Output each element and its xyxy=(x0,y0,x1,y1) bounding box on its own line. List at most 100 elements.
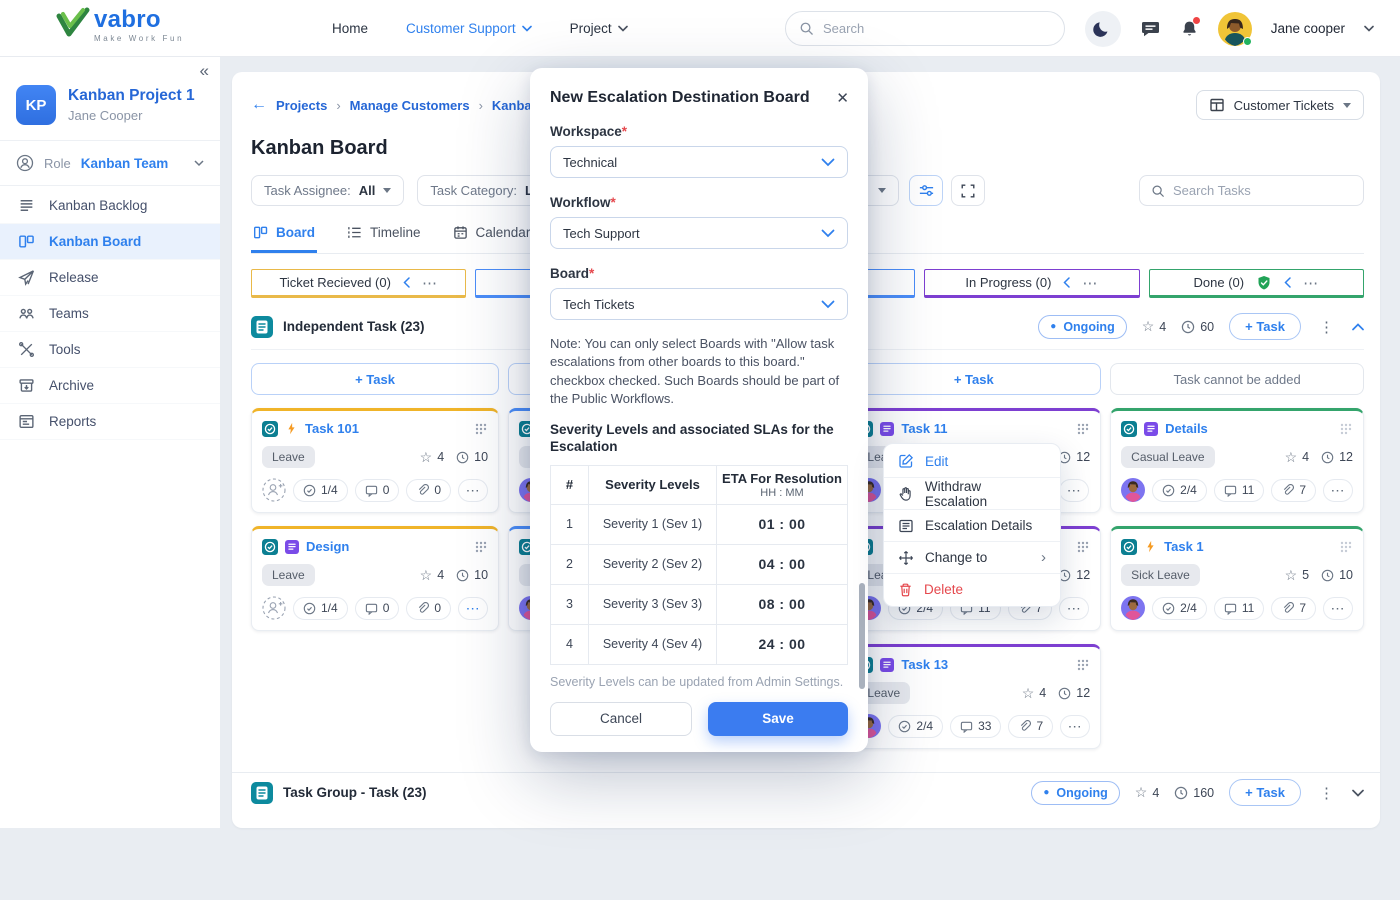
comments-pill[interactable]: 11 xyxy=(1214,597,1264,620)
nav-customer-support[interactable]: Customer Support xyxy=(406,21,532,36)
column-header-in-progress[interactable]: In Progress (0) ⋯ xyxy=(924,269,1139,298)
task-title[interactable]: Task 101 xyxy=(305,421,359,436)
add-task-button[interactable]: + Task xyxy=(846,363,1101,395)
card-menu-button[interactable]: ⋯ xyxy=(1059,479,1089,502)
tab-timeline[interactable]: Timeline xyxy=(345,221,423,253)
drag-handle-icon[interactable] xyxy=(1076,540,1090,554)
breadcrumb-projects[interactable]: Projects xyxy=(276,98,327,113)
card-menu-button[interactable]: ⋯ xyxy=(1059,597,1089,620)
checklist-pill[interactable]: 2/4 xyxy=(1152,597,1207,620)
global-search[interactable] xyxy=(785,11,1065,46)
drag-handle-icon[interactable] xyxy=(1076,658,1090,672)
project-header[interactable]: KP Kanban Project 1 Jane Cooper xyxy=(0,57,220,140)
save-button[interactable]: Save xyxy=(708,702,848,736)
attachments-pill[interactable]: 7 xyxy=(1008,715,1053,738)
task-title[interactable]: Task 13 xyxy=(901,657,948,672)
column-header-done[interactable]: Done (0) ⋯ xyxy=(1149,269,1364,298)
comments-pill[interactable]: 33 xyxy=(950,715,1001,738)
checklist-pill[interactable]: 2/4 xyxy=(1152,479,1207,502)
app-logo[interactable]: vabro Make Work Fun xyxy=(56,7,184,43)
workflow-select[interactable]: Tech Support xyxy=(550,217,848,249)
drag-handle-icon[interactable] xyxy=(474,422,488,436)
menu-item-change-to[interactable]: Change to › xyxy=(884,541,1060,573)
assign-avatar-icon[interactable] xyxy=(262,596,286,620)
dark-mode-toggle[interactable] xyxy=(1085,11,1121,47)
drag-handle-icon[interactable] xyxy=(1076,422,1090,436)
task-card[interactable]: Task 13 Leave ☆4 12 2/4 33 7 ⋯ xyxy=(846,644,1101,749)
board-selector-dropdown[interactable]: Customer Tickets xyxy=(1196,90,1364,120)
comments-pill[interactable]: 11 xyxy=(1214,479,1264,502)
status-badge[interactable]: ●Ongoing xyxy=(1038,315,1126,339)
menu-item-escalation-details[interactable]: Escalation Details xyxy=(884,509,1060,541)
chevron-left-icon[interactable] xyxy=(1063,277,1070,288)
breadcrumb-manage-customers[interactable]: Manage Customers xyxy=(350,98,470,113)
search-tasks-input[interactable] xyxy=(1173,183,1352,198)
card-menu-button[interactable]: ⋯ xyxy=(458,597,488,620)
menu-item-edit[interactable]: Edit xyxy=(884,445,1060,477)
chevron-left-icon[interactable] xyxy=(1284,277,1291,288)
sidebar-item-tools[interactable]: Tools xyxy=(0,332,220,368)
drag-handle-icon[interactable] xyxy=(1339,540,1353,554)
chevron-up-icon[interactable] xyxy=(1352,323,1364,331)
assignee-avatar[interactable] xyxy=(1121,596,1145,620)
attachments-pill[interactable]: 0 xyxy=(406,597,451,620)
task-group-title[interactable]: Task Group - Task (23) xyxy=(283,785,427,800)
add-task-button[interactable]: + Task xyxy=(1229,779,1301,806)
sidebar-item-release[interactable]: Release xyxy=(0,260,220,296)
task-card[interactable]: Task 1 Sick Leave ☆5 10 2/4 11 7 ⋯ xyxy=(1110,526,1364,631)
task-card[interactable]: Task 101 Leave ☆4 10 1/4 0 0 ⋯ xyxy=(251,408,499,513)
cancel-button[interactable]: Cancel xyxy=(550,702,692,736)
drag-handle-icon[interactable] xyxy=(474,540,488,554)
attachments-pill[interactable]: 7 xyxy=(1271,597,1316,620)
checklist-pill[interactable]: 1/4 xyxy=(293,597,348,620)
drag-handle-icon[interactable] xyxy=(1339,422,1353,436)
sidebar-item-kanban-backlog[interactable]: Kanban Backlog xyxy=(0,188,220,224)
role-selector[interactable]: Role Kanban Team xyxy=(0,141,220,185)
comments-pill[interactable]: 0 xyxy=(355,597,400,620)
search-input[interactable] xyxy=(823,21,1051,36)
task-assignee-filter[interactable]: Task Assignee: All xyxy=(251,175,404,206)
add-task-button[interactable]: + Task xyxy=(1229,313,1301,340)
workspace-select[interactable]: Technical xyxy=(550,146,848,178)
chevron-down-icon[interactable] xyxy=(1364,25,1374,32)
back-arrow-icon[interactable]: ← xyxy=(251,96,267,114)
status-badge[interactable]: ●Ongoing xyxy=(1031,781,1119,805)
column-menu-icon[interactable]: ⋯ xyxy=(1082,274,1098,292)
menu-item-withdraw-escalation[interactable]: Withdraw Escalation xyxy=(884,477,1060,509)
task-title[interactable]: Task 1 xyxy=(1164,539,1204,554)
task-title[interactable]: Task 11 xyxy=(901,421,947,436)
tab-board[interactable]: Board xyxy=(251,221,317,253)
user-name[interactable]: Jane cooper xyxy=(1271,21,1345,36)
task-title[interactable]: Details xyxy=(1165,421,1208,436)
nav-home[interactable]: Home xyxy=(332,21,368,36)
menu-item-delete[interactable]: Delete xyxy=(884,573,1060,605)
task-card[interactable]: Design Leave ☆4 10 1/4 0 0 ⋯ xyxy=(251,526,499,631)
assign-avatar-icon[interactable] xyxy=(262,478,286,502)
checklist-pill[interactable]: 1/4 xyxy=(293,479,348,502)
messages-button[interactable] xyxy=(1140,19,1161,39)
task-title[interactable]: Design xyxy=(306,539,349,554)
column-menu-icon[interactable]: ⋯ xyxy=(1303,274,1319,292)
tab-calendar[interactable]: Calendar xyxy=(451,221,533,253)
sidebar-item-reports[interactable]: Reports xyxy=(0,404,220,440)
card-menu-button[interactable]: ⋯ xyxy=(1060,715,1090,738)
card-menu-button[interactable]: ⋯ xyxy=(1323,597,1353,620)
attachments-pill[interactable]: 0 xyxy=(406,479,451,502)
sidebar-item-kanban-board[interactable]: Kanban Board xyxy=(0,224,220,260)
sidebar-item-teams[interactable]: Teams xyxy=(0,296,220,332)
task-group-title[interactable]: Independent Task (23) xyxy=(283,319,425,334)
chevron-left-icon[interactable] xyxy=(403,277,410,288)
attachments-pill[interactable]: 7 xyxy=(1271,479,1316,502)
close-icon[interactable]: ✕ xyxy=(836,89,849,107)
comments-pill[interactable]: 0 xyxy=(355,479,400,502)
board-select[interactable]: Tech Tickets xyxy=(550,288,848,320)
modal-scrollbar[interactable] xyxy=(859,583,865,689)
chevron-down-icon[interactable] xyxy=(1352,789,1364,797)
sidebar-item-archive[interactable]: Archive xyxy=(0,368,220,404)
filter-settings-button[interactable] xyxy=(909,175,943,206)
add-task-button[interactable]: + Task xyxy=(251,363,499,395)
search-tasks-box[interactable] xyxy=(1139,175,1364,206)
card-menu-button[interactable]: ⋯ xyxy=(1323,479,1353,502)
nav-project[interactable]: Project xyxy=(570,21,628,36)
notifications-button[interactable] xyxy=(1180,19,1199,39)
